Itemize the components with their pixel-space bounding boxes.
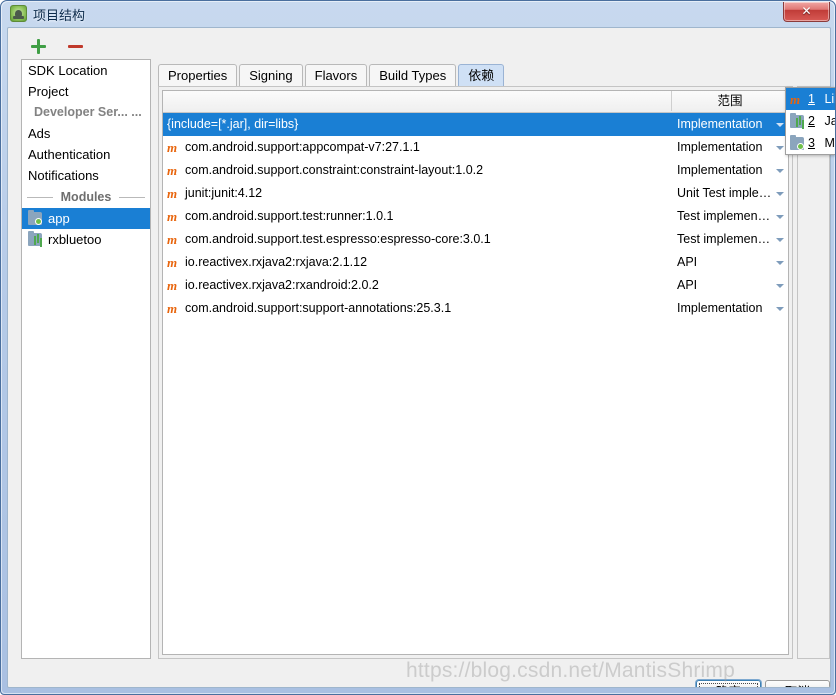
chevron-down-icon[interactable] (776, 238, 784, 242)
table-row[interactable]: m com.android.support.test.espresso:espr… (163, 228, 788, 251)
android-studio-icon (10, 5, 27, 22)
table-header-scope[interactable]: 范围 (672, 91, 788, 111)
sidebar-item-ads[interactable]: Ads (22, 123, 150, 144)
folder-module-icon (790, 135, 804, 150)
menu-item-jar-dependency[interactable]: 2 Ja (786, 110, 835, 132)
add-dependency-menu: m 1 Lib 2 Ja 3 M (785, 87, 835, 155)
dependency-name: junit:junit:4.12 (185, 186, 263, 200)
chevron-down-icon[interactable] (776, 261, 784, 265)
chevron-down-icon[interactable] (776, 215, 784, 219)
table-row[interactable]: m io.reactivex.rxjava2:rxjava:2.1.12 API (163, 251, 788, 274)
dependency-name: com.android.support.test:runner:1.0.1 (185, 209, 394, 223)
chevron-down-icon[interactable] (776, 192, 784, 196)
sidebar-group-developer-services: Developer Ser... ... (34, 105, 142, 119)
cancel-button[interactable]: 取消 (765, 680, 830, 687)
menu-item-module-dependency[interactable]: 3 M (786, 132, 835, 154)
table-row[interactable]: m com.android.support:support-annotation… (163, 297, 788, 320)
dependency-name: com.android.support:support-annotations:… (185, 301, 452, 315)
sidebar-item-sdk-location[interactable]: SDK Location (22, 60, 150, 81)
sidebar-separator-modules: Modules (22, 186, 150, 208)
chevron-down-icon[interactable] (776, 169, 784, 173)
dependency-name: com.android.support.test.espresso:espres… (185, 232, 491, 246)
remove-module-icon[interactable] (67, 38, 85, 56)
table-row[interactable]: m com.android.support:appcompat-v7:27.1.… (163, 136, 788, 159)
dependency-name: {include=[*.jar], dir=libs} (167, 117, 299, 131)
menu-item-label: Ja (824, 114, 835, 128)
add-module-icon[interactable] (30, 38, 48, 56)
dependency-actions-panel (797, 86, 830, 659)
tab-properties[interactable]: Properties (158, 64, 238, 86)
tab-bar: Properties Signing Flavors Build Types 依… (158, 64, 506, 87)
table-header-row: 范围 (163, 91, 788, 113)
table-header-name (163, 91, 672, 111)
dependency-name: com.android.support:appcompat-v7:27.1.1 (185, 140, 420, 154)
dependency-scope[interactable]: Implementation (672, 159, 788, 182)
chevron-down-icon[interactable] (776, 307, 784, 311)
tab-dependencies[interactable]: 依赖 (458, 64, 505, 86)
sidebar-item-rxbluetoo[interactable]: rxbluetoo (22, 229, 150, 250)
project-structure-window: 项目结构 ✕ SDK Location Project Developer Se… (0, 0, 836, 695)
dependency-scope[interactable]: Implementation (672, 136, 788, 159)
dependency-scope[interactable]: Test implementat... (672, 228, 788, 251)
dialog-client-area: SDK Location Project Developer Ser... ..… (7, 27, 831, 688)
dependency-scope[interactable]: Test implementat... (672, 205, 788, 228)
menu-item-label: Lib (824, 92, 835, 106)
tab-signing[interactable]: Signing (239, 64, 303, 86)
table-row[interactable]: m junit:junit:4.12 Unit Test implem... (163, 182, 788, 205)
dependency-scope[interactable]: API (672, 274, 788, 297)
sidebar-item-project[interactable]: Project (22, 81, 150, 102)
library-module-icon (28, 231, 42, 246)
sidebar-item-app[interactable]: app (22, 208, 150, 229)
menu-item-library-dependency[interactable]: m 1 Lib (786, 88, 835, 110)
menu-item-label: M (824, 136, 835, 150)
table-row[interactable]: m io.reactivex.rxjava2:rxandroid:2.0.2 A… (163, 274, 788, 297)
window-title: 项目结构 (33, 8, 86, 23)
sidebar-toolbar (18, 34, 153, 60)
dependencies-table: 范围 {include=[*.jar], dir=libs} Implement… (162, 90, 789, 655)
title-bar: 项目结构 ✕ (1, 1, 835, 27)
table-row[interactable]: m com.android.support.constraint:constra… (163, 159, 788, 182)
menu-item-number: 3 (808, 136, 815, 150)
ok-button[interactable]: 确定 (696, 680, 761, 687)
dependencies-panel: 范围 {include=[*.jar], dir=libs} Implement… (158, 86, 793, 659)
sidebar-list: SDK Location Project Developer Ser... ..… (21, 59, 151, 659)
dependency-scope[interactable]: Implementation (672, 297, 788, 320)
library-module-icon (790, 113, 804, 128)
chevron-down-icon[interactable] (776, 123, 784, 127)
maven-icon: m (790, 92, 801, 107)
dependency-name: io.reactivex.rxjava2:rxjava:2.1.12 (185, 255, 368, 269)
dependency-scope[interactable]: API (672, 251, 788, 274)
dependency-scope[interactable]: Unit Test implem... (672, 182, 788, 205)
menu-item-number: 1 (808, 92, 815, 106)
sidebar-module-label: app (48, 211, 70, 226)
sidebar-item-authentication[interactable]: Authentication (22, 144, 150, 165)
table-row[interactable]: m com.android.support.test:runner:1.0.1 … (163, 205, 788, 228)
tab-build-types[interactable]: Build Types (369, 64, 457, 86)
sidebar-module-label: rxbluetoo (48, 232, 102, 247)
sidebar-item-notifications[interactable]: Notifications (22, 165, 150, 186)
dependency-name: io.reactivex.rxjava2:rxandroid:2.0.2 (185, 278, 379, 292)
close-button[interactable]: ✕ (783, 2, 830, 22)
dependency-scope[interactable]: Implementation (672, 113, 788, 136)
dependency-name: com.android.support.constraint:constrain… (185, 163, 484, 177)
tab-flavors[interactable]: Flavors (304, 64, 368, 86)
menu-item-number: 2 (808, 114, 815, 128)
folder-module-icon (28, 210, 42, 225)
chevron-down-icon[interactable] (776, 284, 784, 288)
chevron-down-icon[interactable] (776, 146, 784, 150)
table-row[interactable]: {include=[*.jar], dir=libs} Implementati… (163, 113, 788, 136)
